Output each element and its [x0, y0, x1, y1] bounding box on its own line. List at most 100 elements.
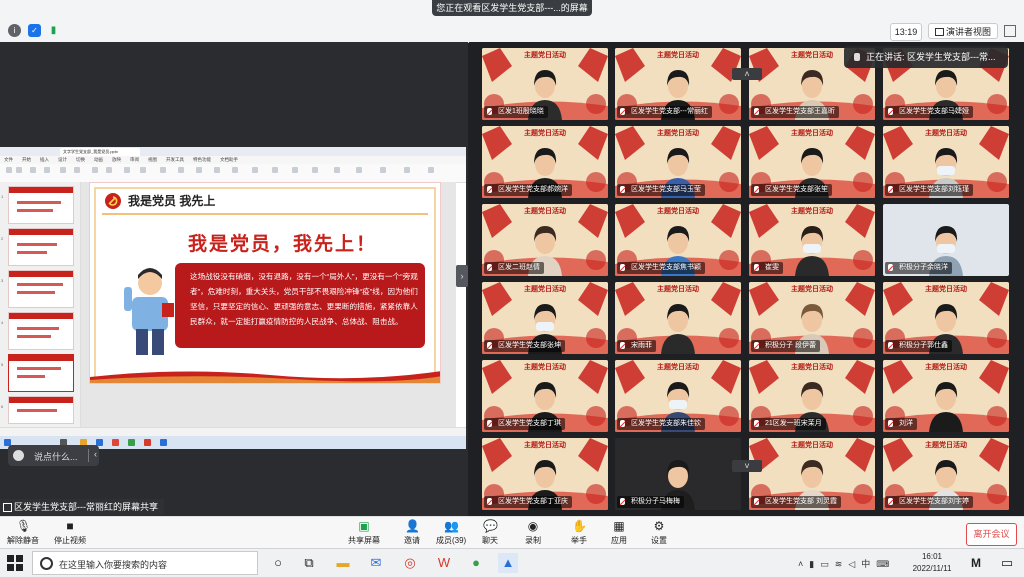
- share-screen-button[interactable]: ▣ 共享屏幕: [348, 519, 380, 549]
- participant-name-text: 区发学生党支部焦书颖: [631, 264, 701, 271]
- invite-button[interactable]: 👤 邀请: [401, 519, 423, 549]
- tencent-meeting-icon[interactable]: ▲: [498, 553, 518, 573]
- participant-video-tile[interactable]: 主题党日活动 积极分子 段伊蕾: [749, 282, 875, 354]
- meeting-timer: 13:19: [890, 23, 922, 41]
- menu-item: 开始: [22, 157, 31, 162]
- slide-thumbnail-active: [8, 354, 74, 392]
- cortana-icon[interactable]: ○: [268, 553, 288, 573]
- chevron-left-icon[interactable]: ‹: [94, 449, 97, 459]
- info-icon[interactable]: i: [8, 24, 21, 37]
- tile-header-text: 主题党日活动: [657, 52, 699, 59]
- participant-name: 宋雨菲: [617, 340, 656, 352]
- task-view-icon[interactable]: ⧉: [299, 553, 319, 573]
- participant-video-tile[interactable]: 主题党日活动 区发学生党支部郝婉洋: [482, 126, 608, 198]
- members-label: 成员(39): [436, 536, 467, 545]
- slide-thumbnail: [8, 312, 74, 350]
- notification-icon[interactable]: ▭: [997, 553, 1017, 573]
- record-button[interactable]: ◉ 录制: [523, 519, 543, 549]
- tray-overflow-icon[interactable]: ˄: [798, 559, 803, 569]
- signal-icon[interactable]: ▮: [47, 24, 60, 37]
- shield-icon[interactable]: ✓: [28, 24, 41, 37]
- participant-video-tile[interactable]: 主题党日活动 区发1班殷晓晓: [482, 48, 608, 120]
- file-explorer-icon[interactable]: ▬: [333, 553, 353, 573]
- participant-video-tile[interactable]: 主题党日活动区发学生党支部---常丽红: [615, 48, 741, 120]
- presentation-titlebar: 文字学生党支部_我是党员.pptx: [0, 147, 466, 156]
- volume-icon[interactable]: ◁: [848, 559, 855, 569]
- mic-muted-icon: [620, 264, 625, 271]
- participant-video-tile[interactable]: 主题党日活动区发学生党支部刘宇婷: [883, 438, 1009, 510]
- wechat-icon[interactable]: ●: [466, 553, 486, 573]
- gallery-up-arrow[interactable]: ˄: [732, 68, 762, 80]
- mic-muted-icon: [754, 498, 759, 505]
- participant-name: 区发学生党支部刘宇婷: [885, 496, 973, 508]
- keyboard-icon[interactable]: ⌨: [876, 559, 889, 569]
- record-label: 录制: [525, 536, 541, 545]
- wifi-icon[interactable]: ≋: [835, 559, 843, 569]
- participant-video-tile[interactable]: 积极分子余晓洋: [883, 204, 1009, 276]
- fullscreen-icon[interactable]: [1004, 25, 1016, 37]
- mic-muted-icon: [888, 342, 893, 349]
- mic-muted-icon: [888, 186, 893, 193]
- leave-meeting-button[interactable]: 离开会议: [966, 523, 1017, 546]
- participant-name-text: 区发学生党支部---常丽红: [631, 108, 708, 115]
- participant-video-tile[interactable]: 主题党日活动 区发二班赵倩: [482, 204, 608, 276]
- settings-button[interactable]: ⚙ 设置: [649, 519, 669, 549]
- taskbar-search-input[interactable]: 在这里输入你要搜索的内容: [32, 551, 258, 575]
- participant-video-tile[interactable]: 主题党日活动 区发学生党支部丁琪: [482, 360, 608, 432]
- participant-video-tile[interactable]: 主题党日活动 区发学生党支部张坤: [482, 282, 608, 354]
- participant-name: 区发1班殷晓晓: [484, 106, 548, 118]
- participant-video-tile[interactable]: 主题党日活动 区发学生党支部 刘灵霞: [749, 438, 875, 510]
- participant-video-tile[interactable]: 主题党日活动 区发学生党支部马玉莹: [615, 126, 741, 198]
- participant-video-tile[interactable]: 主题党日活动 区发学生党支部丁亚庆: [482, 438, 608, 510]
- participant-video-tile[interactable]: 主题党日活动 积极分子郭仕鑫: [883, 282, 1009, 354]
- invite-label: 邀请: [404, 536, 420, 545]
- battery-icon[interactable]: ▭: [820, 559, 829, 569]
- chat-input-pill[interactable]: 说点什么... ‹: [8, 445, 99, 466]
- apps-label: 应用: [611, 536, 627, 545]
- windows-start-icon[interactable]: [7, 555, 23, 571]
- menu-item: 审阅: [130, 157, 139, 162]
- view-mode-button[interactable]: 演讲者视图: [928, 23, 998, 39]
- chat-placeholder: 说点什么...: [34, 452, 78, 462]
- participant-video-tile[interactable]: 主题党日活动 21区发一班宋茉月: [749, 360, 875, 432]
- members-button[interactable]: 👥 成员(39): [436, 519, 466, 549]
- unmute-button[interactable]: 🎙 解除静音: [6, 519, 40, 549]
- chat-button[interactable]: 💬 聊天: [480, 519, 500, 549]
- slide-thumbnail: [8, 396, 74, 424]
- chat-label: 聊天: [482, 536, 498, 545]
- thumb-number: 3: [1, 278, 4, 283]
- participant-video-tile[interactable]: 主题党日活动 区发学生党支部焦书颖: [615, 204, 741, 276]
- participant-video-tile[interactable]: 主题党日活动 区发学生党支部刘钰瑾: [883, 126, 1009, 198]
- participant-video-tile[interactable]: 主题党日活动 区发学生党支部朱佳钦: [615, 360, 741, 432]
- tray-mic-icon[interactable]: ▮: [809, 559, 814, 569]
- share-screen-icon: ▣: [358, 519, 370, 533]
- chrome-icon[interactable]: ◎: [400, 553, 420, 573]
- tile-header-text: 主题党日活动: [657, 130, 699, 137]
- mail-icon[interactable]: ✉: [366, 553, 386, 573]
- participant-video-tile[interactable]: 主题党日活动 刘洋: [883, 360, 1009, 432]
- meeting-control-bar: 🎙 解除静音 ■ 停止视频 ▣ 共享屏幕 👤 邀请 👥 成员(39) 💬 聊天 ◉ 录制 ✋ 举…: [0, 516, 1024, 549]
- emoji-icon[interactable]: [13, 450, 24, 461]
- collapse-panel-handle[interactable]: ›: [456, 265, 468, 287]
- taskbar-clock[interactable]: 16:01 2022/11/11: [906, 551, 958, 575]
- ime-indicator[interactable]: 中: [861, 559, 870, 569]
- tile-header-text: 主题党日活动: [925, 286, 967, 293]
- participant-name-text: 区发学生党支部刘宇婷: [899, 498, 969, 505]
- tile-header-text: 主题党日活动: [925, 442, 967, 449]
- participant-video-tile[interactable]: 主题党日活动 崔雯: [749, 204, 875, 276]
- participant-video-tile[interactable]: 主题党日活动 区发学生党支部张笙: [749, 126, 875, 198]
- participant-video-tile[interactable]: 积极分子马梅梅: [615, 438, 741, 510]
- party-emblem-icon: [105, 193, 121, 209]
- apps-button[interactable]: ▦ 应用: [609, 519, 629, 549]
- raise-hand-button[interactable]: ✋ 举手: [569, 519, 589, 549]
- participant-video-tile[interactable]: 主题党日活动 宋雨菲: [615, 282, 741, 354]
- slide-divider: [102, 213, 428, 215]
- gallery-down-arrow[interactable]: ˅: [732, 460, 762, 472]
- mi-logo-icon[interactable]: M: [966, 553, 986, 573]
- mic-muted-icon: [487, 342, 492, 349]
- wps-icon[interactable]: W: [434, 553, 454, 573]
- thumb-number: 4: [1, 320, 4, 325]
- stop-video-button[interactable]: ■ 停止视频: [52, 519, 88, 549]
- participant-name: 区发学生党支部 刘灵霞: [751, 496, 841, 508]
- stop-video-label: 停止视频: [54, 536, 86, 545]
